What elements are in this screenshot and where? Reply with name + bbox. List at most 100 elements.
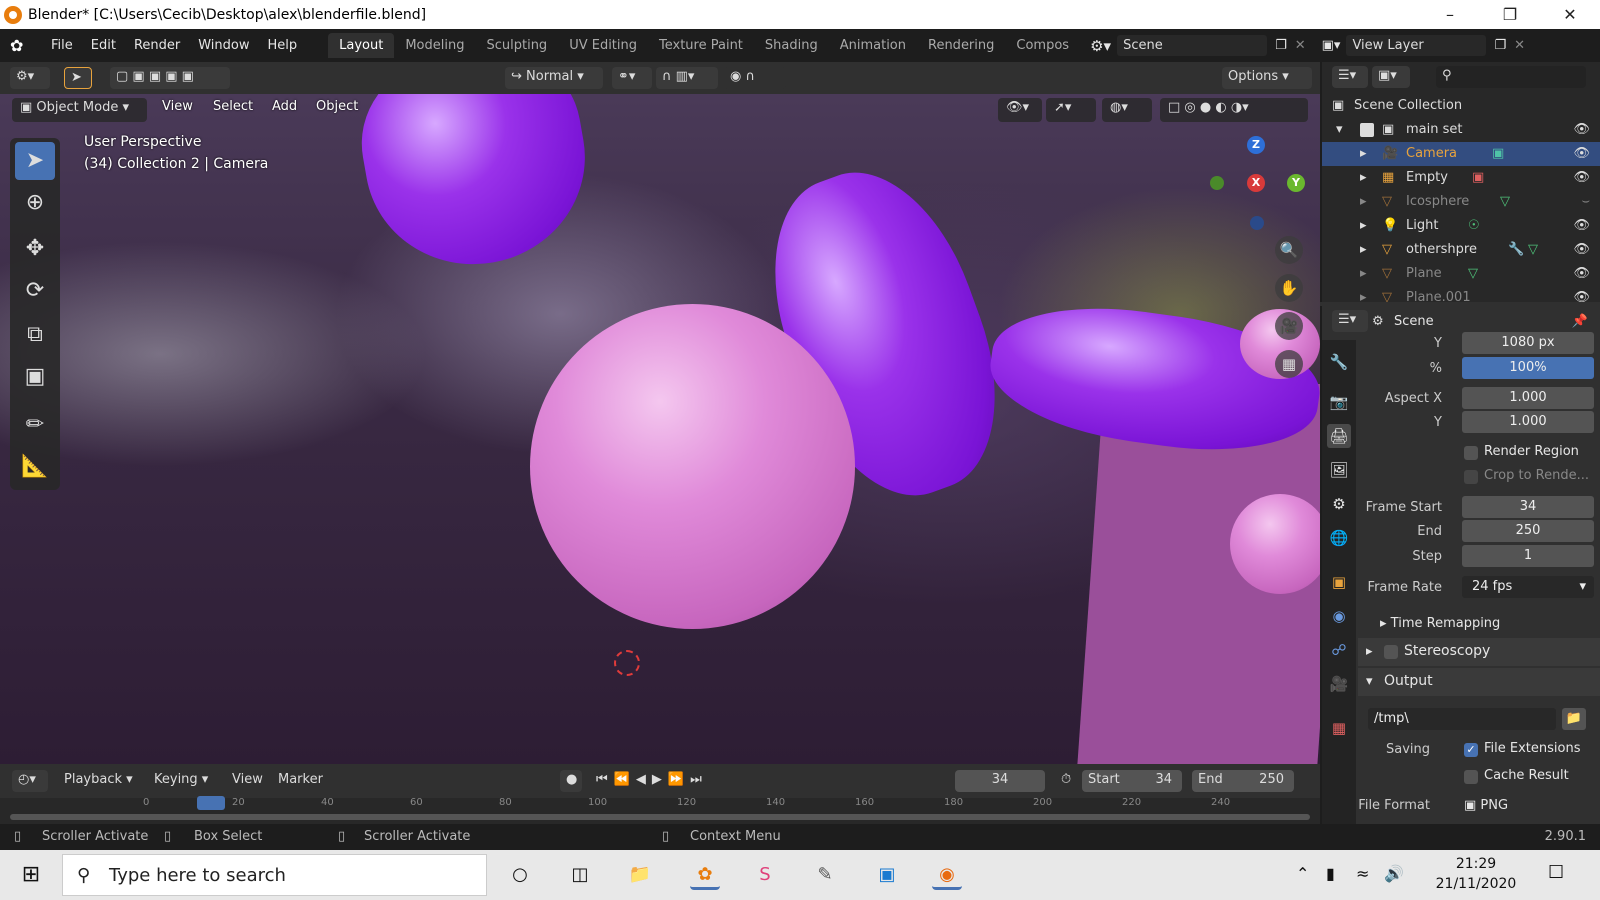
gizmo-z-axis[interactable]: Z	[1247, 136, 1265, 154]
eye-icon[interactable]: 👁	[1573, 118, 1590, 142]
frame-start-field[interactable]: 34	[1462, 496, 1594, 518]
cache-result-checkbox[interactable]	[1464, 770, 1478, 784]
app-icon-s[interactable]: S	[750, 860, 780, 890]
collapse-arrow-icon[interactable]: ▾	[1366, 674, 1373, 689]
gizmo-x-axis[interactable]: X	[1247, 174, 1265, 192]
tab-uv-editing[interactable]: UV Editing	[558, 33, 648, 58]
eye-closed-icon[interactable]: ⌣	[1581, 190, 1590, 214]
outliner-item-light[interactable]: ▸ 💡 Light ☉ 👁	[1322, 214, 1600, 238]
show-hidden-icons[interactable]: ⌃	[1296, 864, 1309, 883]
folder-icon[interactable]: 📁	[1562, 708, 1586, 730]
eye-icon[interactable]: 👁	[1573, 166, 1590, 190]
timeline-menu-playback[interactable]: Playback ▾	[58, 770, 139, 792]
outliner-item-icosphere[interactable]: ▸ ▽ Icosphere ▽ ⌣	[1322, 190, 1600, 214]
crop-checkbox[interactable]	[1464, 470, 1478, 484]
tab-rendering[interactable]: Rendering	[917, 33, 1005, 58]
pivot-icon[interactable]: ⚭▾	[612, 67, 652, 89]
aspect-x-field[interactable]: 1.000	[1462, 387, 1594, 409]
3d-cursor-icon[interactable]	[614, 650, 640, 676]
stereoscopy-panel[interactable]: ▸ Stereoscopy	[1358, 638, 1600, 666]
eye-icon[interactable]: 👁	[1573, 262, 1590, 286]
timeline-scrollbar[interactable]	[10, 814, 1310, 820]
new-view-layer-icon[interactable]: ❐	[1494, 38, 1506, 53]
timeline-ruler[interactable]: 0 20 40 60 80 100 120 140 160 180 200 220 240	[0, 796, 1320, 824]
expand-arrow-icon[interactable]: ▸	[1360, 166, 1367, 190]
menu-render[interactable]: Render	[125, 38, 189, 53]
view-layer-browse-icon[interactable]: ▣▾	[1322, 38, 1341, 53]
frame-rate-dropdown[interactable]: 24 fps ▾	[1462, 576, 1594, 598]
timeline-menu-marker[interactable]: Marker	[272, 770, 329, 792]
tab-layout[interactable]: Layout	[328, 33, 395, 58]
expand-arrow-icon[interactable]: ▸	[1360, 238, 1367, 262]
display-mode-icon[interactable]: ▣▾	[1372, 66, 1410, 88]
expand-arrow-icon[interactable]: ▸	[1366, 644, 1373, 659]
outliner-item-camera[interactable]: ▸ 🎥 Camera ▣ 👁	[1322, 142, 1600, 166]
menu-edit[interactable]: Edit	[82, 38, 125, 53]
eye-icon[interactable]: 👁	[1573, 286, 1590, 302]
battery-icon[interactable]: ▮	[1326, 864, 1335, 883]
stereoscopy-checkbox[interactable]	[1384, 645, 1398, 659]
timeline-editor-type-icon[interactable]: ◴▾	[12, 770, 48, 792]
view-layer-field[interactable]: View Layer	[1346, 35, 1487, 56]
editor-type-icon[interactable]: ⚙▾	[10, 67, 50, 89]
new-scene-icon[interactable]: ❐	[1275, 38, 1287, 53]
camera-view-icon[interactable]: 🎥	[1275, 312, 1303, 340]
maximize-icon[interactable]: ❐	[1480, 5, 1540, 24]
expand-arrow-icon[interactable]: ▸	[1360, 214, 1367, 238]
playhead[interactable]	[197, 796, 225, 810]
proportional-edit-icon[interactable]: ◉ ∩	[724, 67, 786, 89]
volume-icon[interactable]: 🔊	[1384, 864, 1404, 883]
shading-mode-icons[interactable]: □ ◎ ● ◐ ◑▾	[1160, 98, 1308, 122]
outliner-item-othershpre[interactable]: ▸ ▽ othershpre 🔧 ▽ 👁	[1322, 238, 1600, 262]
gizmo-y-axis[interactable]: Y	[1287, 174, 1305, 192]
clock-time[interactable]: 21:29	[1426, 856, 1526, 872]
expand-arrow-icon[interactable]: ▸	[1360, 190, 1367, 214]
wifi-icon[interactable]: ≈	[1356, 864, 1369, 883]
rotate-tool-icon[interactable]: ⟳	[15, 272, 55, 310]
windows-start-icon[interactable]: ⊞	[16, 860, 46, 890]
outliner-search-icon[interactable]: ⚲	[1436, 66, 1586, 88]
collection-row-main-set[interactable]: ▾ ▣ main set 👁	[1322, 118, 1600, 142]
orientation-dropdown[interactable]: ↪ Normal ▾	[505, 67, 603, 89]
gizmo-neg-y[interactable]	[1210, 176, 1224, 190]
notifications-icon[interactable]: ☐	[1548, 862, 1564, 883]
scene-collection-row[interactable]: ▣ Scene Collection	[1322, 94, 1600, 118]
gizmo-toggle-icon[interactable]: ➚▾	[1046, 98, 1096, 122]
file-format-dropdown[interactable]: ▣ PNG	[1464, 798, 1508, 813]
image-data-icon[interactable]: ▣	[1472, 166, 1484, 190]
scene-field[interactable]: Scene	[1117, 35, 1268, 56]
viewport-menu-select[interactable]: Select	[213, 99, 253, 114]
outliner-editor-type-icon[interactable]: ☰▾	[1332, 66, 1368, 88]
physics-tab-icon[interactable]: ◉	[1327, 604, 1351, 628]
pin-icon[interactable]: 📌	[1572, 314, 1588, 329]
texture-tab-icon[interactable]: ▦	[1327, 716, 1351, 740]
expand-arrow-icon[interactable]: ▾	[1336, 118, 1343, 142]
selection-mode-icons[interactable]: ▢ ▣ ▣ ▣ ▣	[110, 67, 230, 89]
scale-tool-icon[interactable]: ⧉	[15, 316, 55, 354]
aspect-y-field[interactable]: 1.000	[1462, 411, 1594, 433]
preview-range-icon[interactable]: ⏱	[1055, 770, 1077, 792]
properties-editor-type-icon[interactable]: ☰▾	[1332, 310, 1368, 332]
start-frame-field[interactable]: Start 34	[1082, 770, 1182, 792]
tab-shading[interactable]: Shading	[754, 33, 829, 58]
menu-file[interactable]: File	[42, 38, 82, 53]
measure-tool-icon[interactable]: 📐	[15, 448, 55, 486]
tab-animation[interactable]: Animation	[829, 33, 917, 58]
eye-icon[interactable]: 👁	[1573, 142, 1590, 166]
blender-menu-icon[interactable]: ✿	[10, 36, 32, 55]
3d-viewport[interactable]: ▣ Object Mode ▾ View Select Add Object 👁…	[0, 94, 1320, 764]
menu-help[interactable]: Help	[259, 38, 307, 53]
expand-arrow-icon[interactable]: ▸	[1360, 142, 1367, 166]
overlay-toggle-icon[interactable]: ◍▾	[1102, 98, 1152, 122]
menu-window[interactable]: Window	[189, 38, 258, 53]
firefox-icon[interactable]: ◉	[932, 860, 962, 890]
transform-tool-icon[interactable]: ▣	[15, 358, 55, 396]
resolution-y-field[interactable]: 1080 px	[1462, 332, 1594, 354]
eye-icon[interactable]: 👁	[1573, 214, 1590, 238]
eye-icon[interactable]: 👁	[1573, 238, 1590, 262]
expand-arrow-icon[interactable]: ▸	[1360, 262, 1367, 286]
collection-checkbox[interactable]	[1360, 123, 1374, 137]
light-data-icon[interactable]: ☉	[1468, 214, 1480, 238]
viewport-menu-object[interactable]: Object	[316, 99, 358, 114]
mesh-data-icon[interactable]: ▽	[1500, 190, 1510, 214]
